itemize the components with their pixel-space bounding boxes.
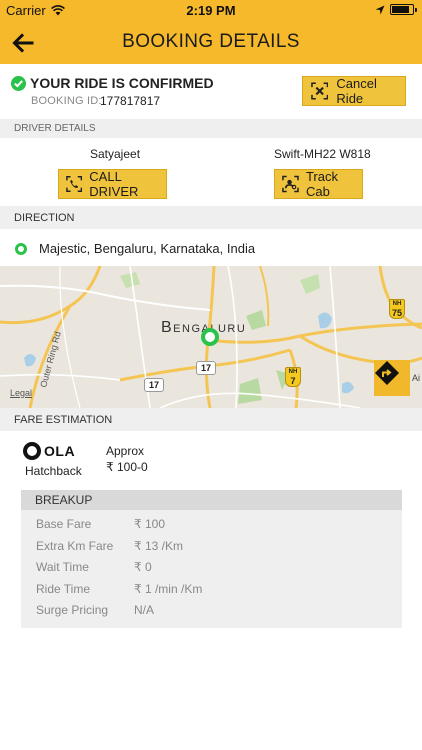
nh-75-badge: NH 75 (389, 299, 405, 319)
breakup-label: Extra Km Fare (36, 539, 114, 553)
directions-button[interactable] (374, 360, 410, 396)
location-arrow-icon (375, 5, 385, 14)
breakup-label: Surge Pricing (36, 603, 109, 617)
phone-icon (66, 176, 83, 192)
breakup-value: ₹ 0 (134, 560, 152, 574)
track-cab-icon (282, 175, 299, 193)
fare-estimation-header: FARE ESTIMATION (0, 408, 422, 431)
fare-estimation-label: FARE ESTIMATION (14, 413, 113, 426)
pickup-pin-icon (201, 328, 219, 346)
breakup-row-base-fare: Base Fare ₹ 100 (21, 514, 402, 534)
nh-7-badge: NH 7 (285, 367, 301, 387)
booking-id-label: BOOKING ID: (31, 95, 102, 107)
nh-75-number: 75 (391, 308, 402, 318)
driver-name: Satyajeet (90, 147, 141, 161)
breakup-value: ₹ 13 /Km (134, 539, 183, 553)
ride-confirmation: YOUR RIDE IS CONFIRMED BOOKING ID: 17781… (0, 64, 422, 118)
cancel-icon (311, 82, 329, 100)
approx-fare: ₹ 100-0 (106, 460, 148, 474)
breakup-header: BREAKUP (21, 490, 402, 510)
breakup-label: Wait Time (36, 560, 89, 574)
driver-details-header: DRIVER DETAILS (0, 119, 422, 138)
road-badge-17: 17 (196, 361, 217, 375)
cab-number: Swift-MH22 W818 (274, 147, 371, 161)
breakup-label: Base Fare (36, 517, 92, 531)
cancel-ride-label: Cancel Ride (336, 76, 377, 106)
page-title: BOOKING DETAILS (122, 31, 300, 52)
app-header: Carrier 2:19 PM BOOKING DETAILS (0, 0, 422, 64)
battery-level (392, 6, 409, 13)
direction-header: DIRECTION (0, 206, 422, 229)
call-driver-label: CALL DRIVER (89, 169, 139, 199)
track-cab-button[interactable]: Track Cab (274, 169, 363, 199)
car-type: Hatchback (25, 464, 82, 478)
nav-bar: BOOKING DETAILS (0, 22, 422, 64)
map-edge-label: Ai (412, 373, 421, 383)
outer-ring-road-label: Outer Ring Rd (38, 330, 63, 388)
route-map[interactable]: Outer Ring Rd Bengaluru 17 17 NH 75 NH 7… (0, 266, 422, 408)
status-right (375, 4, 417, 15)
provider-name: OLA (44, 443, 76, 459)
confirmation-message: YOUR RIDE IS CONFIRMED (30, 75, 214, 91)
ola-logo: OLA (23, 441, 75, 461)
status-time: 2:19 PM (186, 3, 236, 18)
fare-breakup: BREAKUP Base Fare ₹ 100 Extra Km Fare ₹ … (21, 490, 402, 628)
pickup-dot-icon (15, 243, 27, 255)
booking-id-value: 177817817 (100, 94, 161, 108)
call-driver-button[interactable]: CALL DRIVER (58, 169, 167, 199)
breakup-label: Ride Time (36, 582, 91, 596)
pickup-location: Majestic, Bengaluru, Karnataka, India (0, 229, 422, 266)
status-bar: Carrier 2:19 PM (0, 0, 422, 22)
direction-label: DIRECTION (14, 211, 75, 224)
driver-details: Satyajeet Swift-MH22 W818 CALL DRIVER Tr… (0, 138, 422, 206)
breakup-value: ₹ 100 (134, 517, 165, 531)
breakup-value: N/A (134, 603, 155, 617)
breakup-row-wait-time: Wait Time ₹ 0 (21, 557, 402, 577)
check-circle-icon (11, 76, 26, 91)
breakup-title: BREAKUP (35, 493, 93, 507)
fare-estimate: OLA Hatchback Approx ₹ 100-0 (0, 431, 422, 483)
ola-ring-icon (23, 442, 41, 460)
directions-icon (375, 361, 399, 385)
breakup-value: ₹ 1 /min /Km (134, 582, 203, 596)
breakup-row-surge: Surge Pricing N/A (21, 600, 402, 620)
nh-7-number: 7 (290, 376, 296, 386)
breakup-row-ride-time: Ride Time ₹ 1 /min /Km (21, 579, 402, 599)
driver-details-label: DRIVER DETAILS (14, 123, 96, 134)
track-cab-label: Track Cab (305, 169, 338, 199)
nh-7-prefix: NH (288, 369, 298, 375)
nh-75-prefix: NH (392, 301, 402, 307)
map-legal-link[interactable]: Legal (10, 388, 32, 398)
breakup-row-extra-km: Extra Km Fare ₹ 13 /Km (21, 536, 402, 556)
pickup-address: Majestic, Bengaluru, Karnataka, India (39, 241, 256, 256)
approx-label: Approx (106, 444, 145, 458)
battery-icon (390, 4, 417, 15)
road-badge-17-lower: 17 (144, 378, 165, 392)
cancel-ride-button[interactable]: Cancel Ride (302, 76, 406, 106)
